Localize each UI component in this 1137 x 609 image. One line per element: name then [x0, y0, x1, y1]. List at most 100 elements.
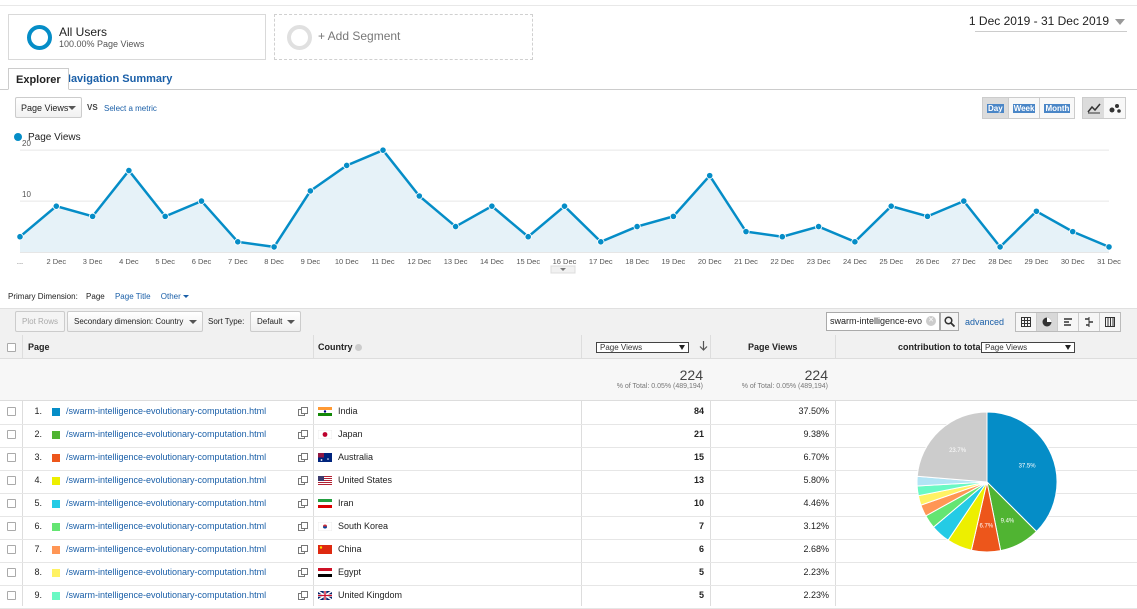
- sort-type-value: Default: [257, 317, 283, 326]
- row-page-link[interactable]: /swarm-intelligence-evolutionary-computa…: [66, 429, 266, 439]
- row-country[interactable]: Japan: [338, 429, 363, 439]
- performance-view-button[interactable]: [1058, 313, 1079, 331]
- date-range-picker[interactable]: 1 Dec 2019 - 31 Dec 2019: [969, 14, 1125, 28]
- open-link-icon[interactable]: [298, 591, 308, 604]
- segment-all-users[interactable]: All Users 100.00% Page Views: [8, 14, 266, 60]
- line-chart-button[interactable]: [1083, 98, 1104, 118]
- contribution-metric-select[interactable]: Page Views: [981, 342, 1075, 353]
- row-page-link[interactable]: /swarm-intelligence-evolutionary-computa…: [66, 406, 266, 416]
- row-country[interactable]: Iran: [338, 498, 354, 508]
- data-point: [597, 238, 605, 246]
- comparison-view-button[interactable]: [1079, 313, 1100, 331]
- period-week-button[interactable]: Week: [1009, 98, 1041, 118]
- y-tick-label: 10: [22, 190, 31, 199]
- select-all-checkbox[interactable]: [7, 343, 16, 352]
- row-page-views: 21: [693, 429, 704, 439]
- secondary-dimension-select[interactable]: Secondary dimension: Country: [67, 311, 203, 332]
- pie-slice[interactable]: [916, 411, 988, 483]
- dropdown-caret-icon: [189, 320, 197, 324]
- y-tick-label: 20: [22, 140, 31, 148]
- data-point: [960, 197, 968, 205]
- open-link-icon[interactable]: [298, 545, 308, 558]
- period-day-button[interactable]: Day: [983, 98, 1009, 118]
- data-point: [234, 238, 242, 246]
- open-link-icon[interactable]: [298, 430, 308, 443]
- row-checkbox[interactable]: [7, 476, 16, 485]
- table-search-input[interactable]: swarm-intelligence-evo: [826, 312, 940, 331]
- primary-dimension-other[interactable]: Other: [161, 292, 190, 301]
- metric-column-select[interactable]: Page Views: [596, 342, 689, 353]
- row-country[interactable]: South Korea: [338, 521, 388, 531]
- plot-rows-button[interactable]: Plot Rows: [15, 311, 66, 332]
- x-tick-label: 31 Dec: [1097, 257, 1121, 266]
- x-tick-label: 30 Dec: [1061, 257, 1085, 266]
- sort-descending-icon[interactable]: [699, 341, 708, 354]
- open-link-icon[interactable]: [298, 407, 308, 420]
- x-tick-label: 8 Dec: [264, 257, 284, 266]
- select-metric-link[interactable]: Select a metric: [104, 104, 157, 113]
- total-page-views-1-sub: % of Total: 0.05% (489,194): [616, 383, 703, 390]
- row-page-link[interactable]: /swarm-intelligence-evolutionary-computa…: [66, 567, 266, 577]
- row-page-link[interactable]: /swarm-intelligence-evolutionary-computa…: [66, 498, 266, 508]
- row-checkbox[interactable]: [7, 499, 16, 508]
- search-button[interactable]: [940, 312, 959, 331]
- data-point: [488, 202, 496, 210]
- dropdown-caret-icon: [68, 106, 76, 110]
- add-segment-circle-icon: [287, 25, 312, 50]
- metric-column-select-label: Page Views: [600, 343, 643, 352]
- row-country[interactable]: Australia: [338, 452, 373, 462]
- row-checkbox[interactable]: [7, 522, 16, 531]
- motion-chart-button[interactable]: [1104, 98, 1125, 118]
- row-page-views: 7: [698, 521, 704, 531]
- data-view-button[interactable]: [1016, 313, 1037, 331]
- total-page-views-2: 224: [804, 367, 828, 383]
- advanced-filter-link[interactable]: advanced: [965, 317, 1004, 327]
- country-flag-icon: [318, 522, 332, 531]
- row-page-link[interactable]: /swarm-intelligence-evolutionary-computa…: [66, 521, 266, 531]
- period-month-button[interactable]: Month: [1040, 98, 1074, 118]
- open-link-icon[interactable]: [298, 499, 308, 512]
- header-page[interactable]: Page: [28, 335, 50, 359]
- open-link-icon[interactable]: [298, 476, 308, 489]
- row-checkbox[interactable]: [7, 545, 16, 554]
- top-divider: [0, 5, 1137, 6]
- row-checkbox[interactable]: [7, 453, 16, 462]
- row-page-link[interactable]: /swarm-intelligence-evolutionary-computa…: [66, 452, 266, 462]
- row-page-link[interactable]: /swarm-intelligence-evolutionary-computa…: [66, 475, 266, 485]
- data-point: [996, 243, 1004, 251]
- row-color-swatch: [52, 454, 60, 462]
- row-checkbox[interactable]: [7, 591, 16, 600]
- data-point: [887, 202, 895, 210]
- row-country[interactable]: Egypt: [338, 567, 361, 577]
- row-rank: 1.: [34, 406, 42, 416]
- header-country[interactable]: Country: [318, 335, 363, 359]
- x-tick-label: 3 Dec: [83, 257, 103, 266]
- header-page-views[interactable]: Page Views: [748, 335, 797, 359]
- add-segment-button[interactable]: + Add Segment: [274, 14, 533, 60]
- x-tick-label: 22 Dec: [770, 257, 794, 266]
- row-page-link[interactable]: /swarm-intelligence-evolutionary-computa…: [66, 544, 266, 554]
- open-link-icon[interactable]: [298, 522, 308, 535]
- row-page-views: 5: [698, 567, 704, 577]
- remove-dimension-icon[interactable]: [355, 344, 363, 352]
- pivot-view-button[interactable]: [1100, 313, 1120, 331]
- clear-search-icon[interactable]: ✕: [926, 316, 936, 326]
- percentage-view-button[interactable]: [1037, 313, 1058, 331]
- row-country[interactable]: China: [338, 544, 362, 554]
- row-checkbox[interactable]: [7, 568, 16, 577]
- primary-dimension-page-title[interactable]: Page Title: [115, 292, 151, 301]
- row-page-link[interactable]: /swarm-intelligence-evolutionary-computa…: [66, 590, 266, 600]
- row-country[interactable]: United States: [338, 475, 392, 485]
- tab-explorer[interactable]: Explorer: [8, 68, 69, 90]
- row-checkbox[interactable]: [7, 430, 16, 439]
- open-link-icon[interactable]: [298, 453, 308, 466]
- row-country[interactable]: United Kingdom: [338, 590, 402, 600]
- x-tick-label: 10 Dec: [335, 257, 359, 266]
- tab-navigation-summary[interactable]: Navigation Summary: [56, 68, 179, 90]
- row-page-views: 13: [693, 475, 704, 485]
- sort-type-select[interactable]: Default: [250, 311, 301, 332]
- row-country[interactable]: India: [338, 406, 358, 416]
- open-link-icon[interactable]: [298, 568, 308, 581]
- metric-select[interactable]: Page Views: [15, 97, 82, 118]
- row-checkbox[interactable]: [7, 407, 16, 416]
